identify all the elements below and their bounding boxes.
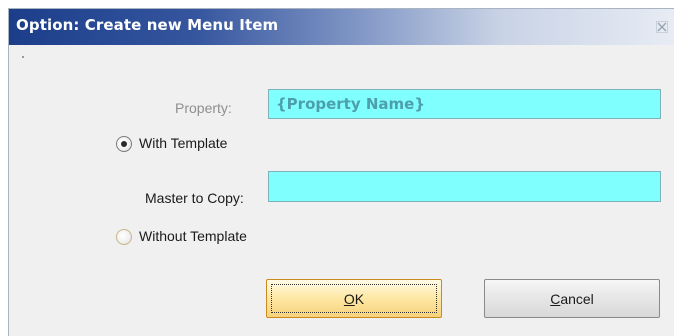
create-menu-item-dialog: Option: Create new Menu Item Property: {…	[8, 8, 674, 336]
title-bar: Option: Create new Menu Item	[9, 9, 674, 45]
close-icon[interactable]	[656, 21, 668, 33]
without-template-radio[interactable]	[116, 229, 132, 245]
radio-selected-dot	[121, 141, 127, 147]
ok-button-label: OK	[344, 291, 364, 307]
divider-tick	[22, 56, 24, 58]
master-to-copy-label: Master to Copy:	[145, 190, 244, 206]
property-value: {Property Name}	[276, 95, 426, 113]
ok-mnemonic: O	[343, 290, 355, 307]
cancel-mnemonic: C	[550, 290, 561, 307]
master-to-copy-field[interactable]	[268, 171, 661, 202]
cancel-button-label: Cancel	[550, 291, 594, 307]
ok-label-rest: K	[354, 290, 365, 307]
cancel-button[interactable]: Cancel	[484, 279, 660, 318]
dialog-title: Option: Create new Menu Item	[16, 16, 279, 34]
property-label: Property:	[175, 100, 232, 116]
ok-button[interactable]: OK	[266, 279, 442, 318]
property-field[interactable]: {Property Name}	[268, 89, 661, 119]
without-template-label[interactable]: Without Template	[139, 228, 247, 244]
cancel-label-rest: ancel	[560, 290, 594, 307]
with-template-label[interactable]: With Template	[139, 135, 227, 151]
with-template-radio[interactable]	[116, 136, 132, 152]
